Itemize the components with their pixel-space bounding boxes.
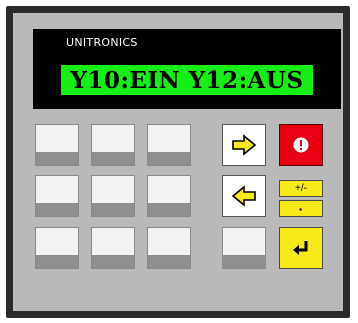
numeric-key-r1c1[interactable]: [35, 124, 79, 166]
numeric-key-r3c2[interactable]: [91, 227, 135, 269]
plc-panel: UNITRONICS Y10:EIN Y12:AUS +/- ·: [6, 6, 350, 318]
numeric-key-r2c2[interactable]: [91, 175, 135, 217]
enter-key[interactable]: [279, 227, 323, 269]
display-area: UNITRONICS Y10:EIN Y12:AUS: [33, 29, 341, 109]
numeric-key-r3c3[interactable]: [147, 227, 191, 269]
left-arrow-icon: [231, 185, 256, 207]
exclamation-icon: [293, 137, 309, 153]
lcd-text: Y10:EIN Y12:AUS: [70, 66, 304, 94]
lcd-screen: Y10:EIN Y12:AUS: [61, 65, 313, 95]
numeric-key-r2c1[interactable]: [35, 175, 79, 217]
left-arrow-key[interactable]: [222, 175, 266, 217]
numeric-key-r1c2[interactable]: [91, 124, 135, 166]
dot-key[interactable]: ·: [279, 200, 323, 217]
right-arrow-icon: [232, 134, 257, 156]
numeric-key-r1c3[interactable]: [147, 124, 191, 166]
plus-minus-key[interactable]: +/-: [279, 180, 323, 197]
numeric-key-r2c3[interactable]: [147, 175, 191, 217]
brand-label: UNITRONICS: [66, 36, 138, 49]
numeric-key-r3c4[interactable]: [222, 227, 266, 269]
numeric-key-r3c1[interactable]: [35, 227, 79, 269]
info-key[interactable]: [279, 124, 323, 166]
enter-icon: [293, 241, 308, 255]
right-arrow-key[interactable]: [222, 124, 266, 166]
